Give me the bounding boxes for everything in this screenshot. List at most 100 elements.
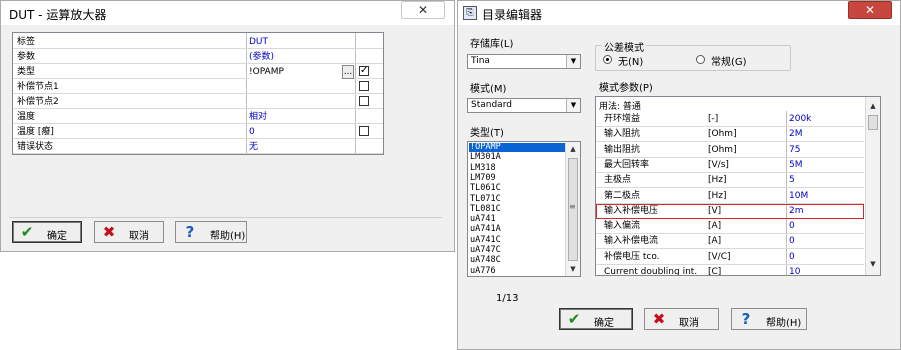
param-value[interactable]: 0 [789, 250, 795, 264]
param-row[interactable]: 主极点 [Hz] 5 [596, 173, 864, 189]
catalog-ok-button[interactable]: ✔ 确定 [559, 308, 633, 330]
tolerance-none-radio[interactable] [603, 55, 612, 64]
property-value[interactable]: 无 [249, 140, 258, 154]
type-list-item[interactable]: LM318 [470, 163, 496, 173]
param-value[interactable]: 5M [789, 158, 803, 172]
property-checkbox[interactable] [359, 96, 369, 106]
param-row[interactable]: 补偿电压 tco. [V/C] 0 [596, 250, 864, 265]
dut-cancel-button[interactable]: ✖ 取消 [94, 221, 164, 243]
property-row[interactable]: 类型... !OPAMP ✓ [13, 65, 383, 79]
scroll-up-icon[interactable]: ▲ [866, 99, 880, 113]
param-unit: [V/C] [708, 251, 731, 262]
type-list-item[interactable]: TL081C [470, 204, 501, 214]
scroll-thumb[interactable] [868, 115, 878, 130]
param-value[interactable]: 200k [789, 112, 811, 126]
dut-help-button[interactable]: ? 帮助(H) [175, 221, 247, 243]
param-unit: [A] [708, 221, 722, 232]
param-row[interactable]: 输出阻抗 [Ohm] 75 [596, 143, 864, 158]
type-list-item[interactable]: uA747C [470, 246, 501, 255]
property-checkbox[interactable] [359, 126, 369, 136]
param-name: 输出阻抗 [604, 144, 641, 155]
tolerance-group-label: 公差模式 [602, 39, 646, 54]
property-row[interactable]: 参数 (参数) [13, 50, 383, 64]
tolerance-none-label: 无(N) [618, 57, 644, 68]
param-row[interactable]: Current doubling int. [C] 10 [596, 265, 864, 275]
property-row[interactable]: 温度 [癈] 0 [13, 125, 383, 139]
property-row[interactable]: 温度 相对 [13, 110, 383, 124]
catalog-help-button[interactable]: ? 帮助(H) [731, 308, 807, 330]
chevron-down-icon: ▼ [566, 55, 580, 68]
type-list-item[interactable]: uA741A [470, 225, 501, 234]
type-list-item[interactable]: TL071C [470, 194, 501, 204]
scroll-down-icon[interactable]: ▼ [866, 257, 880, 271]
library-select[interactable]: Tina ▼ [467, 54, 581, 69]
param-name: 输入阻抗 [604, 129, 641, 140]
catalog-titlebar: ⎘ 目录编辑器 ✕ [458, 1, 900, 25]
property-value[interactable]: 0 [249, 125, 255, 139]
dut-dialog: DUT - 运算放大器 ✕ 标签 DUT 参数 (参数) 类型... !OPAMP ✓ 补偿节… [0, 0, 455, 252]
param-value[interactable]: 10 [789, 265, 800, 275]
param-row[interactable]: 输入偏流 [A] 0 [596, 219, 864, 235]
tolerance-normal-radio[interactable] [696, 55, 705, 64]
check-icon: ✔ [567, 310, 581, 328]
property-row[interactable]: 错误状态 无 [13, 140, 383, 154]
dut-ok-button[interactable]: ✔ 确定 [12, 221, 82, 243]
catalog-app-icon: ⎘ [463, 6, 477, 20]
param-row[interactable]: 最大回转率 [V/s] 5M [596, 158, 864, 173]
type-list-item[interactable]: TL061C [470, 184, 501, 193]
param-row[interactable]: 第二极点 [Hz] 10M [596, 189, 864, 204]
x-icon: ✖ [652, 310, 666, 328]
property-label: 参数 [17, 52, 36, 62]
param-value[interactable]: 0 [789, 234, 795, 248]
property-label: 温度 [17, 112, 36, 122]
property-value[interactable]: DUT [249, 35, 268, 49]
param-value[interactable]: 10M [789, 189, 808, 203]
property-label: 错误状态 [17, 142, 54, 152]
property-checkbox[interactable]: ✓ [359, 66, 369, 76]
params-scrollbar[interactable]: ▲ ▼ [865, 97, 880, 275]
catalog-cancel-button[interactable]: ✖ 取消 [644, 308, 719, 330]
type-list-item[interactable]: LM709 [470, 173, 496, 183]
scroll-up-icon[interactable]: ▲ [566, 142, 580, 156]
param-value[interactable]: 75 [789, 143, 800, 157]
param-row[interactable]: 开环增益 [-] 200k [596, 112, 864, 127]
property-value[interactable]: !OPAMP [249, 65, 341, 79]
type-list-item[interactable]: LM301A [470, 153, 501, 162]
param-row[interactable]: 输入补偿电流 [A] 0 [596, 234, 864, 250]
property-label: 温度 [癈] [17, 127, 54, 137]
type-list[interactable]: ▲ ≡ ▼ !OPAMP LM301A LM318 LM709 TL061C TL071C… [467, 141, 581, 277]
param-unit: [Ohm] [708, 129, 737, 140]
type-list-item[interactable]: !OPAMP [469, 143, 565, 152]
library-label: 存储库(L) [470, 39, 514, 50]
tolerance-group: 公差模式 无(N) 常规(G) [595, 39, 791, 71]
param-value[interactable]: 0 [789, 219, 795, 233]
catalog-close-button[interactable]: ✕ [848, 1, 892, 19]
type-list-item[interactable]: uA741 [470, 215, 496, 224]
property-row[interactable]: 补偿节点2 [13, 95, 383, 109]
type-list-item[interactable]: uA748C [470, 256, 501, 265]
type-list-scrollbar[interactable]: ▲ ≡ ▼ [565, 142, 580, 276]
property-row[interactable]: 补偿节点1 [13, 80, 383, 94]
property-value[interactable]: 相对 [249, 110, 267, 124]
browse-button[interactable]: ... [342, 65, 354, 79]
param-row[interactable]: 输入阻抗 [Ohm] 2M [596, 127, 864, 143]
params-grid[interactable]: 用法: 普通 ▲ ▼ 开环增益 [-] 200k 输入阻抗 [Ohm] 2M 输出阻抗 [Oh… [595, 96, 881, 276]
property-value[interactable]: (参数) [249, 50, 274, 64]
property-row[interactable]: 标签 DUT [13, 35, 383, 49]
param-value[interactable]: 2m [789, 204, 804, 218]
param-unit: [Hz] [708, 190, 727, 201]
model-select[interactable]: Standard ▼ [467, 98, 581, 113]
dut-titlebar: DUT - 运算放大器 ✕ [1, 1, 454, 25]
scroll-down-icon[interactable]: ▼ [566, 262, 580, 276]
property-checkbox[interactable] [359, 81, 369, 91]
param-row-highlighted[interactable]: 输入补偿电压 [V] 2m [596, 203, 864, 219]
param-value[interactable]: 2M [789, 127, 803, 141]
type-list-item[interactable]: uA741C [470, 235, 501, 245]
param-unit: [-] [708, 114, 719, 124]
dut-close-button[interactable]: ✕ [401, 1, 445, 19]
param-value[interactable]: 5 [789, 173, 795, 187]
type-count: 1/13 [496, 293, 519, 304]
param-name: 最大回转率 [604, 159, 650, 170]
type-list-item[interactable]: uA776 [470, 266, 496, 276]
param-unit: [V/s] [708, 159, 729, 170]
